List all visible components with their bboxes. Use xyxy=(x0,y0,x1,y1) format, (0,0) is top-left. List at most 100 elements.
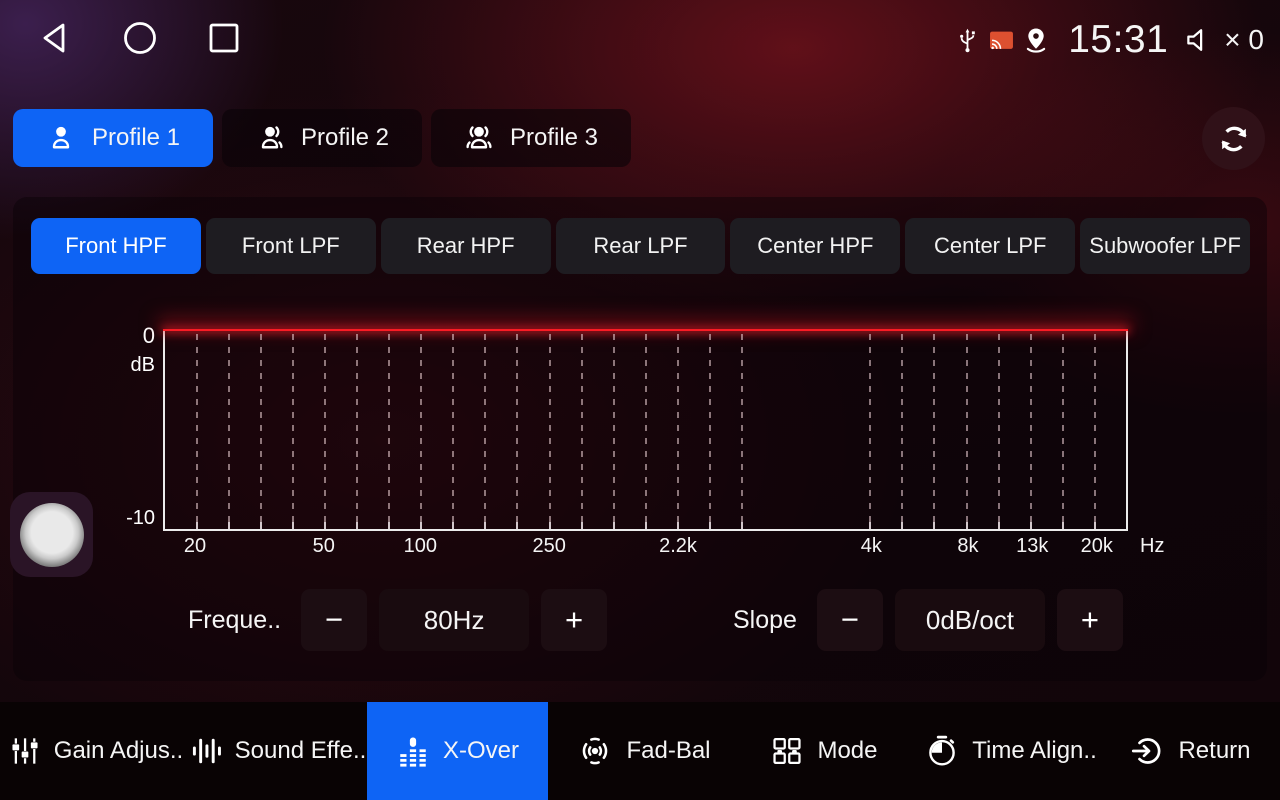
chart-gridline xyxy=(388,334,390,529)
chart-gridline xyxy=(516,334,518,529)
frequency-decrease-button[interactable]: − xyxy=(301,589,367,651)
x-axis-tick xyxy=(901,522,903,529)
x-axis-tick xyxy=(933,522,935,529)
x-axis-tick xyxy=(1030,522,1032,529)
x-axis-tick xyxy=(452,522,454,529)
x-tick-label: 250 xyxy=(533,535,566,558)
home-button[interactable] xyxy=(122,20,158,56)
system-nav xyxy=(38,20,242,56)
chart-gridline xyxy=(484,334,486,529)
back-button[interactable] xyxy=(38,20,74,56)
x-axis-tick xyxy=(420,522,422,529)
x-axis-tick xyxy=(484,522,486,529)
chart-gridline xyxy=(998,334,1000,529)
nav-item-return[interactable]: Return xyxy=(1124,702,1258,800)
location-icon xyxy=(1022,25,1050,55)
mode-grid-icon xyxy=(770,734,804,768)
slope-increase-button[interactable]: + xyxy=(1057,589,1123,651)
equalizer-icon xyxy=(396,734,430,768)
filter-tab-subwoofer-lpf[interactable]: Subwoofer LPF xyxy=(1080,218,1250,274)
chart-gridline xyxy=(677,334,679,529)
bottom-nav-bar: Gain Adjus.. Sound Effe.. X-Over Fad-Bal Mod… xyxy=(0,702,1280,800)
refresh-button[interactable] xyxy=(1202,107,1265,170)
x-tick-label: 100 xyxy=(404,535,437,558)
nav-item-label: X-Over xyxy=(443,737,519,765)
x-axis-tick xyxy=(324,522,326,529)
x-axis-tick xyxy=(613,522,615,529)
nav-item-label: Fad-Bal xyxy=(626,737,710,765)
profile-tab-label: Profile 3 xyxy=(510,124,598,152)
x-axis-tick xyxy=(388,522,390,529)
profile-tab-1[interactable]: Profile 1 xyxy=(13,109,213,167)
chart-gridline xyxy=(228,334,230,529)
profile-3-icon xyxy=(464,123,494,153)
filter-tab-front-hpf[interactable]: Front HPF xyxy=(31,218,201,274)
y-axis-tick-label-top: 0 xyxy=(109,323,155,349)
x-axis-tick xyxy=(966,522,968,529)
chart-gridline xyxy=(549,334,551,529)
profile-2-icon xyxy=(255,123,285,153)
home-icon xyxy=(122,20,158,56)
frequency-increase-button[interactable]: + xyxy=(541,589,607,651)
slope-control: Slope − 0dB/oct + xyxy=(733,589,1129,651)
filter-tab-label: Center HPF xyxy=(757,233,873,259)
filter-tab-label: Rear LPF xyxy=(593,233,687,259)
filter-tab-center-hpf[interactable]: Center HPF xyxy=(730,218,900,274)
chart-gridline xyxy=(292,334,294,529)
chart-gridline xyxy=(1094,334,1096,529)
waveform-icon xyxy=(190,735,222,767)
chart-gridline xyxy=(741,334,743,529)
x-axis-tick xyxy=(741,522,743,529)
frequency-label: Freque.. xyxy=(188,606,281,635)
filter-tab-front-lpf[interactable]: Front LPF xyxy=(206,218,376,274)
nav-item-label: Time Align.. xyxy=(972,737,1097,765)
chart-gridline xyxy=(645,334,647,529)
filter-tab-rear-lpf[interactable]: Rear LPF xyxy=(556,218,726,274)
return-arrow-icon xyxy=(1131,734,1165,768)
slope-decrease-button[interactable]: − xyxy=(817,589,883,651)
chart-gridline xyxy=(966,334,968,529)
fader-balance-icon xyxy=(577,733,613,769)
x-axis-tick xyxy=(581,522,583,529)
x-tick-label: 20 xyxy=(184,535,206,558)
nav-item-fad-bal[interactable]: Fad-Bal xyxy=(572,702,716,800)
back-icon xyxy=(38,20,74,56)
x-axis-tick xyxy=(677,522,679,529)
knob-icon xyxy=(20,503,84,567)
chart-gridline xyxy=(260,334,262,529)
x-tick-label: 2.2k xyxy=(659,535,697,558)
nav-item-gain-adjus[interactable]: Gain Adjus.. xyxy=(6,702,186,800)
nav-item-x-over[interactable]: X-Over xyxy=(367,702,548,800)
chart-gridline xyxy=(1030,334,1032,529)
chart-gridline xyxy=(196,334,198,529)
status-bar: 15:31 × 0 xyxy=(0,0,1280,80)
nav-item-time-align[interactable]: Time Align.. xyxy=(916,702,1106,800)
filter-tab-bar: Front HPFFront LPFRear HPF Rear LPF Center… xyxy=(31,218,1250,274)
x-axis-tick xyxy=(356,522,358,529)
chart-gridline xyxy=(933,334,935,529)
x-tick-label: 13k xyxy=(1016,535,1048,558)
nav-item-sound-effe[interactable]: Sound Effe.. xyxy=(188,702,368,800)
chart-gridline xyxy=(452,334,454,529)
nav-item-label: Sound Effe.. xyxy=(235,737,367,765)
floating-knob-button[interactable] xyxy=(10,492,93,577)
recents-button[interactable] xyxy=(206,20,242,56)
profile-tab-label: Profile 2 xyxy=(301,124,389,152)
x-axis-tick xyxy=(998,522,1000,529)
stopwatch-icon xyxy=(925,734,959,768)
chart-gridline xyxy=(709,334,711,529)
filter-tab-label: Center LPF xyxy=(934,233,1047,259)
y-axis-tick-label-bottom: -10 xyxy=(103,507,155,530)
clock: 15:31 xyxy=(1068,18,1168,62)
profile-tab-3[interactable]: Profile 3 xyxy=(431,109,631,167)
crossover-panel: Front HPFFront LPFRear HPF Rear LPF Center… xyxy=(13,197,1267,681)
filter-tab-center-lpf[interactable]: Center LPF xyxy=(905,218,1075,274)
x-axis-tick xyxy=(645,522,647,529)
x-axis-tick xyxy=(228,522,230,529)
nav-item-mode[interactable]: Mode xyxy=(762,702,886,800)
nav-item-label: Return xyxy=(1178,737,1250,765)
filter-tab-rear-hpf[interactable]: Rear HPF xyxy=(381,218,551,274)
chart-gridline xyxy=(324,334,326,529)
profile-tab-2[interactable]: Profile 2 xyxy=(222,109,422,167)
xover-screen: 15:31 × 0 Profile 1 Profile 2 Profile 3 Fr… xyxy=(0,0,1280,800)
